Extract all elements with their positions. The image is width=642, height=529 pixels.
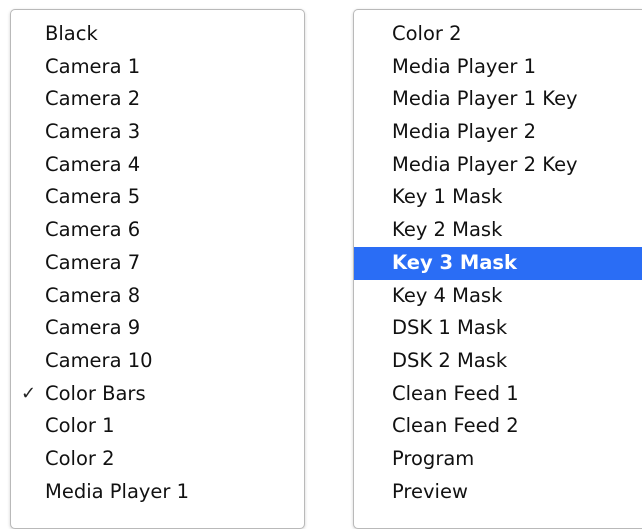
- menu-item-label: Black: [45, 22, 98, 45]
- menu-item-camera-1[interactable]: Camera 1: [11, 51, 304, 84]
- menu-item-color-bars[interactable]: ✓ Color Bars: [11, 378, 304, 411]
- checkmark-icon: ✓: [21, 382, 37, 404]
- menu-item-label: Program: [392, 446, 475, 470]
- menu-item-media-player-1[interactable]: Media Player 1: [11, 476, 304, 509]
- menu-item-label: Camera 6: [45, 218, 141, 242]
- menu-item-black[interactable]: Black: [11, 18, 304, 51]
- menu-item-label: Camera 3: [45, 120, 141, 144]
- menu-item-label: Media Player 1: [392, 54, 537, 78]
- menu-item-media-player-2-key[interactable]: Media Player 2 Key: [354, 149, 642, 182]
- menu-item-label: Camera 4: [45, 152, 141, 176]
- menu-item-label: Color 2: [45, 446, 115, 470]
- source-menu-right-list: Color 2 Media Player 1 Media Player 1 Key M…: [354, 18, 642, 508]
- menu-item-color-2[interactable]: Color 2: [11, 443, 304, 476]
- menu-item-camera-3[interactable]: Camera 3: [11, 116, 304, 149]
- menu-item-label: DSK 2 Mask: [392, 348, 508, 372]
- menu-item-key-4-mask[interactable]: Key 4 Mask: [354, 280, 642, 313]
- menu-item-label: Camera 7: [45, 250, 141, 274]
- menu-item-label: Camera 10: [45, 348, 153, 372]
- menu-item-camera-2[interactable]: Camera 2: [11, 83, 304, 116]
- menu-item-media-player-1-key[interactable]: Media Player 1 Key: [354, 83, 642, 116]
- menu-item-label: Media Player 1 Key: [392, 87, 578, 111]
- menu-item-camera-6[interactable]: Camera 6: [11, 214, 304, 247]
- menu-item-color-1[interactable]: Color 1: [11, 410, 304, 443]
- menu-item-preview[interactable]: Preview: [354, 476, 642, 509]
- menu-item-label: Color 2: [392, 22, 462, 45]
- menu-item-camera-4[interactable]: Camera 4: [11, 149, 304, 182]
- menu-item-label: Key 1 Mask: [392, 185, 503, 209]
- menu-item-label: Camera 2: [45, 87, 141, 111]
- menu-item-key-2-mask[interactable]: Key 2 Mask: [354, 214, 642, 247]
- source-menu-left-list: Black Camera 1 Camera 2 Camera 3 Camera 4 Cam…: [11, 18, 304, 508]
- menu-item-program[interactable]: Program: [354, 443, 642, 476]
- menu-item-clean-feed-1[interactable]: Clean Feed 1: [354, 378, 642, 411]
- menu-item-media-player-1[interactable]: Media Player 1: [354, 51, 642, 84]
- menu-item-label: Camera 8: [45, 283, 141, 307]
- menu-item-camera-8[interactable]: Camera 8: [11, 280, 304, 313]
- menu-item-label: Color Bars: [45, 381, 146, 405]
- menu-item-key-3-mask[interactable]: Key 3 Mask: [354, 246, 642, 280]
- menu-item-label: Media Player 2 Key: [392, 152, 578, 176]
- menu-item-label: Key 2 Mask: [392, 218, 503, 242]
- menu-item-label: Preview: [392, 479, 468, 503]
- menu-item-label: Key 3 Mask: [392, 250, 517, 274]
- menu-item-camera-7[interactable]: Camera 7: [11, 247, 304, 280]
- menu-item-camera-5[interactable]: Camera 5: [11, 181, 304, 214]
- menu-item-media-player-2[interactable]: Media Player 2: [354, 116, 642, 149]
- menu-item-camera-10[interactable]: Camera 10: [11, 345, 304, 378]
- menu-item-label: Camera 1: [45, 54, 141, 78]
- menu-item-label: Media Player 2: [392, 120, 537, 144]
- menu-item-dsk-1-mask[interactable]: DSK 1 Mask: [354, 312, 642, 345]
- menu-item-label: Clean Feed 2: [392, 414, 519, 438]
- menu-item-label: Camera 5: [45, 185, 141, 209]
- menu-item-dsk-2-mask[interactable]: DSK 2 Mask: [354, 345, 642, 378]
- menu-item-camera-9[interactable]: Camera 9: [11, 312, 304, 345]
- source-menu-left: Black Camera 1 Camera 2 Camera 3 Camera 4 Cam…: [10, 9, 305, 529]
- menu-item-label: DSK 1 Mask: [392, 316, 508, 340]
- menu-item-key-1-mask[interactable]: Key 1 Mask: [354, 181, 642, 214]
- source-menu-right: Color 2 Media Player 1 Media Player 1 Key M…: [353, 9, 642, 529]
- menu-item-label: Key 4 Mask: [392, 283, 503, 307]
- menu-item-label: Color 1: [45, 414, 115, 438]
- menu-item-label: Camera 9: [45, 316, 141, 340]
- menu-item-clean-feed-2[interactable]: Clean Feed 2: [354, 410, 642, 443]
- menu-item-label: Media Player 1: [45, 479, 190, 503]
- menu-item-color-2[interactable]: Color 2: [354, 18, 642, 51]
- menu-item-label: Clean Feed 1: [392, 381, 519, 405]
